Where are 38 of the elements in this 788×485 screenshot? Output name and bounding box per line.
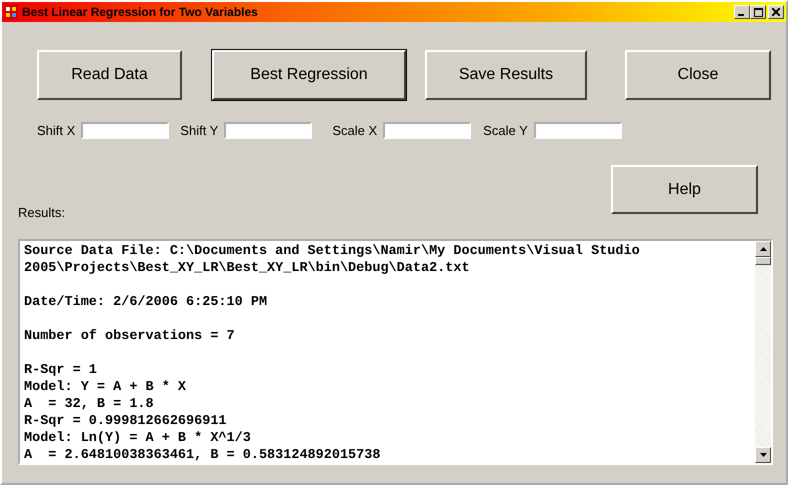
input-field[interactable] — [81, 122, 170, 138]
maximize-icon — [754, 8, 762, 16]
scroll-down-button[interactable] — [755, 447, 771, 463]
close-button[interactable] — [768, 5, 784, 19]
result-line: 2005\Projects\Best_XY_LR\Best_XY_LR\bin\Debug\Data2.txt — [24, 260, 471, 277]
input-field[interactable] — [534, 122, 622, 138]
minimize-button[interactable] — [734, 5, 750, 19]
results-label: Results: — [18, 205, 65, 220]
result-line: Model: Y = A + B * X — [24, 379, 188, 396]
maximize-button[interactable] — [750, 5, 766, 19]
scroll-up-button[interactable] — [755, 241, 771, 257]
result-line: A = 32, B = 1.8 — [24, 396, 155, 413]
field-label: Shift Y — [180, 122, 218, 138]
result-line: R-Sqr = 1 — [24, 362, 98, 379]
window-title: Best Linear Regression for Two Variables — [22, 5, 259, 19]
result-line: Number of observations = 7 — [24, 328, 236, 345]
field-label: Scale X — [332, 122, 378, 138]
down-arrow-icon — [760, 453, 766, 457]
app-icon — [4, 5, 18, 19]
field-label: Scale Y — [483, 122, 528, 138]
action-button[interactable]: Read Data — [37, 50, 182, 100]
result-line: A = 2.64810038363461, B = 0.583124892015738 — [24, 447, 382, 463]
input-field[interactable] — [224, 122, 312, 138]
action-button[interactable]: Save Results — [425, 50, 587, 100]
result-line: Date/Time: 2/6/2006 6:25:10 PM — [24, 294, 268, 311]
result-line: Model: Ln(Y) = A + B * X^1/3 — [24, 430, 252, 447]
scroll-thumb[interactable] — [755, 257, 771, 265]
action-button[interactable]: Best Regression — [212, 50, 406, 100]
result-line: R-Sqr = 0.999812662696911 — [24, 413, 228, 430]
input-field[interactable] — [383, 122, 472, 138]
scrollbar[interactable] — [755, 241, 771, 463]
result-line: Source Data File: C:\Documents and Settings\Namir\My Documents\Visual Studio — [24, 243, 641, 260]
field-label: Shift X — [37, 122, 76, 138]
close-icon — [772, 8, 780, 16]
up-arrow-icon — [760, 247, 766, 251]
results-text-area[interactable] — [18, 239, 773, 465]
help-button[interactable]: Help — [611, 165, 758, 214]
action-button[interactable]: Close — [625, 50, 771, 100]
